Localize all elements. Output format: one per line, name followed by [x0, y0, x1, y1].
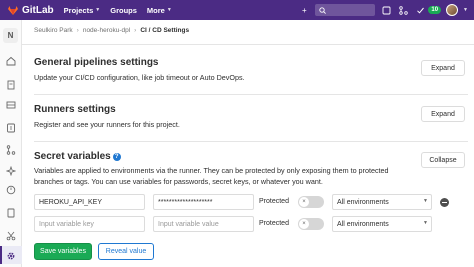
environment-select[interactable]: All environments ▼	[332, 194, 432, 210]
search-icon	[319, 6, 327, 14]
protected-toggle[interactable]: ×	[298, 218, 324, 230]
breadcrumb: Seulkiro Park › node-heroku-dpl › CI / C…	[34, 27, 189, 34]
protected-label: Protected	[259, 220, 289, 227]
variables-collapse-button[interactable]: Collapse	[421, 152, 465, 168]
settings-icon[interactable]	[6, 251, 16, 261]
variables-section-title: Secret variables?	[34, 151, 121, 162]
nav-projects[interactable]: Projects ▼	[64, 6, 101, 15]
variable-key-input[interactable]: HEROKU_API_KEY	[34, 194, 145, 210]
ci-cd-icon[interactable]	[6, 166, 16, 176]
new-variable-value-input[interactable]: Input variable value	[153, 216, 254, 232]
runners-section-title: Runners settings	[34, 104, 116, 115]
nav-groups-label: Groups	[110, 5, 137, 15]
protected-label: Protected	[259, 198, 289, 205]
breadcrumb-separator: ›	[76, 27, 79, 34]
top-navbar: GitLab Projects ▼ Groups More ▼ + 10 ▼	[0, 0, 474, 20]
chevron-down-icon: ▼	[423, 220, 428, 226]
pipelines-expand-button[interactable]: Expand	[421, 60, 465, 76]
tanuki-icon	[8, 5, 18, 15]
save-variables-button[interactable]: Save variables	[34, 243, 92, 260]
registry-icon[interactable]	[6, 100, 16, 110]
breadcrumb-separator: ›	[134, 27, 137, 34]
protected-toggle[interactable]: ×	[298, 196, 324, 208]
todos-icon[interactable]	[414, 4, 426, 16]
nav-more-label: More	[146, 5, 165, 15]
chevron-down-icon: ▼	[463, 7, 468, 13]
question-icon[interactable]: ?	[112, 153, 121, 161]
home-icon[interactable]	[6, 56, 16, 66]
runners-expand-button[interactable]: Expand	[421, 106, 465, 122]
search-input[interactable]	[315, 4, 376, 16]
nav-more[interactable]: More ▼	[147, 6, 172, 15]
reveal-value-button[interactable]: Reveal value	[98, 243, 154, 260]
close-icon: ×	[299, 197, 309, 207]
environment-select[interactable]: All environments ▼	[332, 216, 432, 232]
snippets-icon[interactable]	[6, 231, 16, 241]
nav-groups[interactable]: Groups	[110, 6, 137, 15]
environment-select-value: All environments	[337, 198, 389, 206]
breadcrumb-project[interactable]: node-heroku-dpl	[83, 27, 130, 34]
brand-name: GitLab	[22, 4, 54, 16]
breadcrumb-divider	[22, 44, 474, 45]
operations-icon[interactable]	[6, 185, 16, 195]
environment-select-value: All environments	[337, 220, 389, 228]
variable-value-input[interactable]: ********************	[153, 194, 254, 210]
runners-section-description: Register and see your runners for this p…	[34, 120, 180, 129]
section-divider	[34, 141, 468, 142]
variables-description-line2: branches or tags. You can use variables …	[34, 177, 323, 186]
gitlab-logo[interactable]: GitLab	[8, 5, 54, 16]
breadcrumb-current[interactable]: CI / CD Settings	[140, 27, 189, 34]
repository-icon[interactable]	[6, 80, 16, 90]
todos-count-badge: 10	[428, 6, 442, 14]
issues-icon[interactable]	[380, 4, 392, 16]
pipelines-section-description: Update your CI/CD configuration, like jo…	[34, 73, 245, 82]
project-sidebar: N	[0, 20, 22, 267]
remove-variable-button[interactable]	[440, 198, 449, 207]
chevron-down-icon: ▼	[95, 7, 101, 13]
new-variable-key-input[interactable]: Input variable key	[34, 216, 145, 232]
project-avatar[interactable]: N	[3, 28, 18, 43]
user-avatar[interactable]	[446, 4, 459, 16]
wiki-icon[interactable]	[6, 208, 16, 218]
breadcrumb-owner[interactable]: Seulkiro Park	[34, 27, 73, 34]
plus-icon[interactable]: +	[298, 4, 310, 16]
minus-icon	[442, 201, 447, 204]
pipelines-section-title: General pipelines settings	[34, 57, 159, 68]
close-icon: ×	[299, 219, 309, 229]
merge-requests-icon[interactable]	[6, 145, 16, 155]
chevron-down-icon: ▼	[423, 198, 428, 204]
variables-title-text: Secret variables	[34, 151, 111, 162]
nav-projects-label: Projects	[63, 5, 94, 15]
issues-icon[interactable]	[6, 123, 16, 133]
merge-requests-icon[interactable]	[397, 4, 409, 16]
variables-description-line1: Variables are applied to environments vi…	[34, 166, 389, 175]
nav-right: + 10 ▼	[298, 2, 468, 18]
section-divider	[34, 94, 468, 95]
chevron-down-icon: ▼	[166, 7, 172, 13]
